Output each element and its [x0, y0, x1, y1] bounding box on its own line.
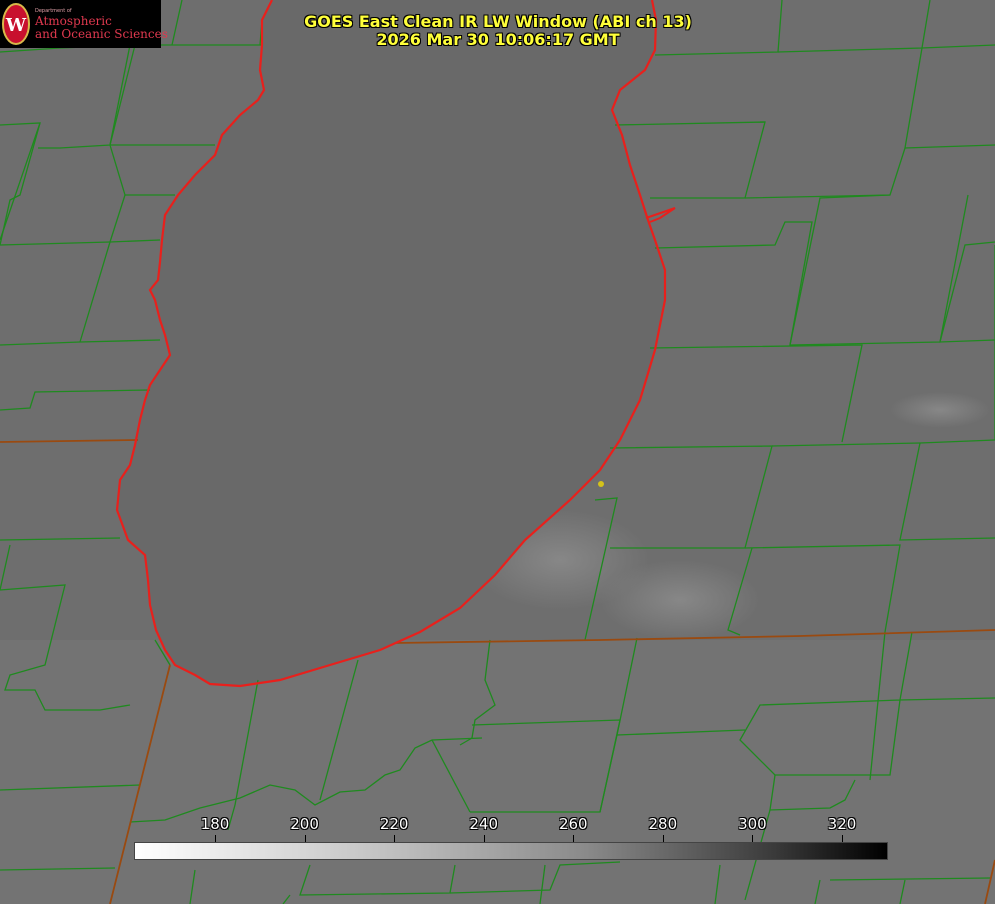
- satellite-image-view: W Department of Atmospheric and Oceanic …: [0, 0, 995, 904]
- uw-aos-logo: W Department of Atmospheric and Oceanic …: [0, 0, 168, 48]
- image-title: GOES East Clean IR LW Window (ABI ch 13): [304, 12, 692, 31]
- logo-line-1: Atmospheric: [35, 14, 112, 28]
- temperature-colorbar: [134, 842, 888, 860]
- cloud-patch: [890, 392, 990, 428]
- colorbar-tick-mark: [842, 835, 843, 842]
- colorbar-tick-mark: [573, 835, 575, 842]
- colorbar-tick-mark: [662, 835, 664, 842]
- uw-crest-icon: W: [2, 3, 30, 45]
- colorbar-tick-label: 300: [738, 815, 767, 833]
- colorbar-tick-mark: [483, 835, 485, 842]
- colorbar-tick-label: 180: [200, 815, 230, 833]
- colorbar-tick-label: 260: [558, 815, 588, 833]
- colorbar-tick-label: 280: [648, 815, 678, 833]
- colorbar-tick-mark: [752, 835, 754, 842]
- colorbar-tick-label: 200: [290, 815, 319, 833]
- map-canvas: [0, 0, 995, 904]
- colorbar-tick-label: 240: [469, 815, 499, 833]
- cloud-patch: [600, 560, 760, 640]
- station-marker: [598, 481, 604, 487]
- logo-line-2: and Oceanic Sciences: [35, 27, 168, 41]
- colorbar-tick-mark: [215, 835, 216, 842]
- colorbar-tick-label: 220: [379, 815, 409, 833]
- land-south: [0, 640, 995, 904]
- crest-letter: W: [5, 15, 27, 36]
- image-timestamp: 2026 Mar 30 10:06:17 GMT: [376, 30, 620, 49]
- colorbar-tick-mark: [394, 835, 396, 842]
- colorbar-tick-mark: [304, 835, 306, 842]
- colorbar-tick-label: 320: [827, 815, 857, 833]
